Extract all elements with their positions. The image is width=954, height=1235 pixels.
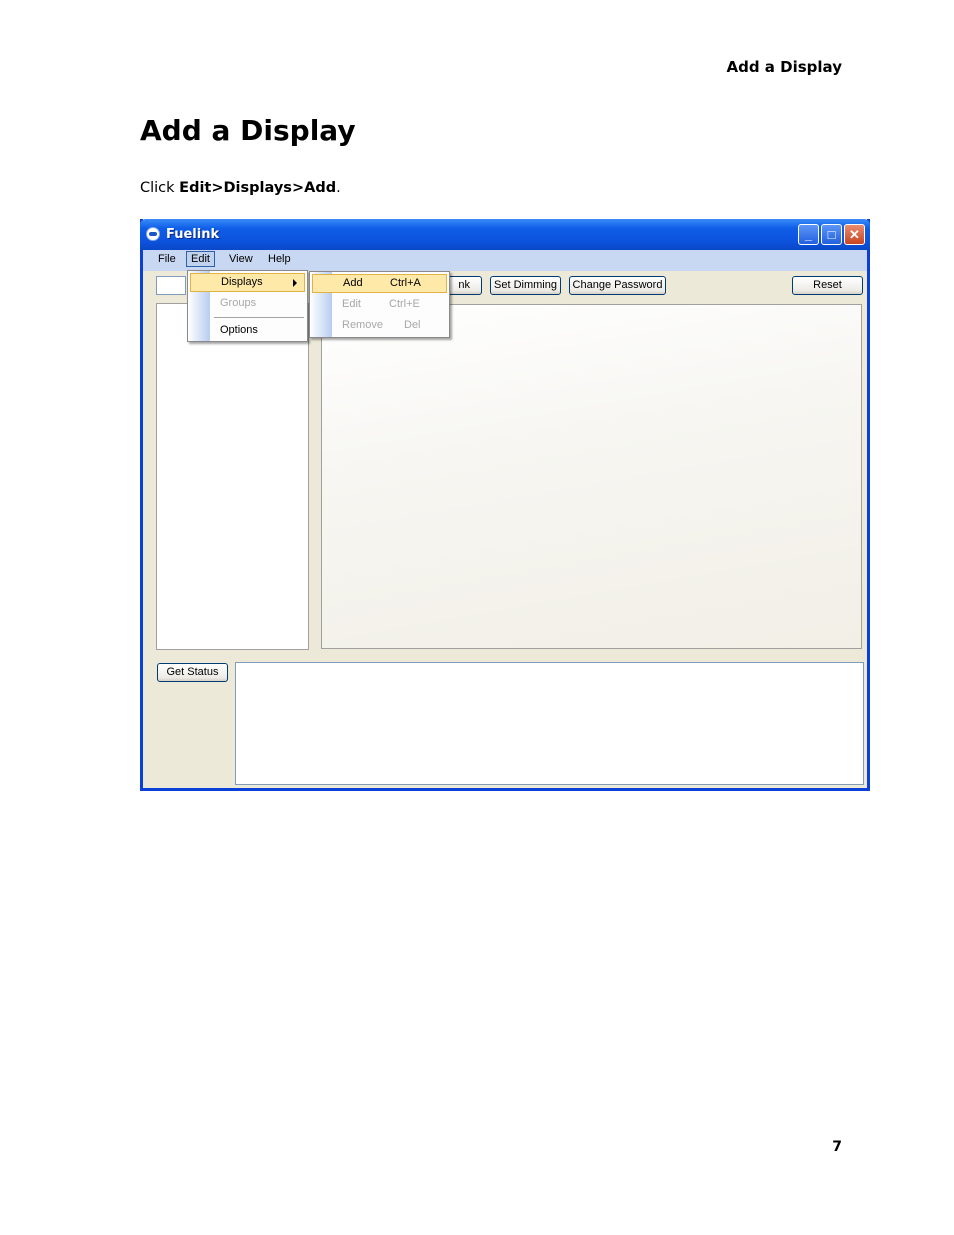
menu-item-shortcut: Ctrl+E xyxy=(389,298,420,310)
edit-menu-item-options[interactable]: Options xyxy=(190,321,305,340)
menu-edit[interactable]: Edit xyxy=(186,251,215,267)
menu-item-label: Remove xyxy=(342,319,383,331)
close-button[interactable]: ✕ xyxy=(844,224,865,245)
instruction-sep-1: > xyxy=(211,180,224,196)
close-icon: ✕ xyxy=(849,227,860,242)
menu-item-label: Displays xyxy=(221,276,263,288)
edit-menu-dropdown: Displays Groups Options xyxy=(187,270,308,342)
page-number: 7 xyxy=(832,1139,842,1155)
displays-submenu: Add Ctrl+A Edit Ctrl+E Remove Del xyxy=(309,271,450,338)
menu-item-shortcut: Del xyxy=(404,319,421,331)
app-icon xyxy=(146,227,160,241)
set-dimming-button[interactable]: Set Dimming xyxy=(490,276,561,295)
edit-menu-item-groups[interactable]: Groups xyxy=(190,294,305,313)
menu-item-label: Edit xyxy=(342,298,361,310)
toolbar-input[interactable] xyxy=(156,276,186,295)
menu-item-label: Groups xyxy=(220,297,257,309)
menu-help[interactable]: Help xyxy=(268,253,291,265)
menu-item-label: Options xyxy=(220,324,258,336)
minimize-button[interactable]: _ xyxy=(798,224,819,245)
displays-menu-item-add[interactable]: Add Ctrl+A xyxy=(312,274,447,293)
app-window: Fuelink _ □ ✕ File Edit View Help nk Set… xyxy=(140,219,870,791)
menu-separator xyxy=(214,317,304,318)
instruction-edit: Edit xyxy=(179,180,212,196)
status-output[interactable] xyxy=(235,662,864,785)
menu-file[interactable]: File xyxy=(158,253,176,265)
maximize-icon: □ xyxy=(827,227,836,242)
menu-item-label: Add xyxy=(343,277,363,289)
instruction-sep-2: > xyxy=(291,180,305,196)
instruction-add: Add xyxy=(304,180,337,196)
get-status-button[interactable]: Get Status xyxy=(157,663,228,682)
change-password-button[interactable]: Change Password xyxy=(569,276,666,295)
submenu-arrow-icon xyxy=(293,279,297,287)
main-panel[interactable] xyxy=(321,304,862,649)
window-title: Fuelink xyxy=(166,227,220,242)
menu-bar: File Edit View Help xyxy=(143,250,867,271)
display-list-panel[interactable] xyxy=(156,303,309,650)
minimize-icon: _ xyxy=(804,227,813,242)
page-title: Add a Display xyxy=(140,114,356,147)
window-titlebar[interactable]: Fuelink _ □ ✕ xyxy=(140,219,870,250)
menu-item-shortcut: Ctrl+A xyxy=(390,277,421,289)
instruction-suffix: . xyxy=(336,180,341,196)
menu-view[interactable]: View xyxy=(229,253,253,265)
running-header: Add a Display xyxy=(726,58,843,76)
reset-button[interactable]: Reset xyxy=(792,276,863,295)
instruction-prefix: Click xyxy=(140,180,180,196)
displays-menu-item-remove[interactable]: Remove Del xyxy=(312,316,447,335)
instruction-text: Click Edit>Displays>Add. xyxy=(140,180,341,196)
maximize-button[interactable]: □ xyxy=(821,224,842,245)
edit-menu-item-displays[interactable]: Displays xyxy=(190,273,305,292)
displays-menu-item-edit[interactable]: Edit Ctrl+E xyxy=(312,295,447,314)
instruction-displays: Displays xyxy=(223,180,292,196)
